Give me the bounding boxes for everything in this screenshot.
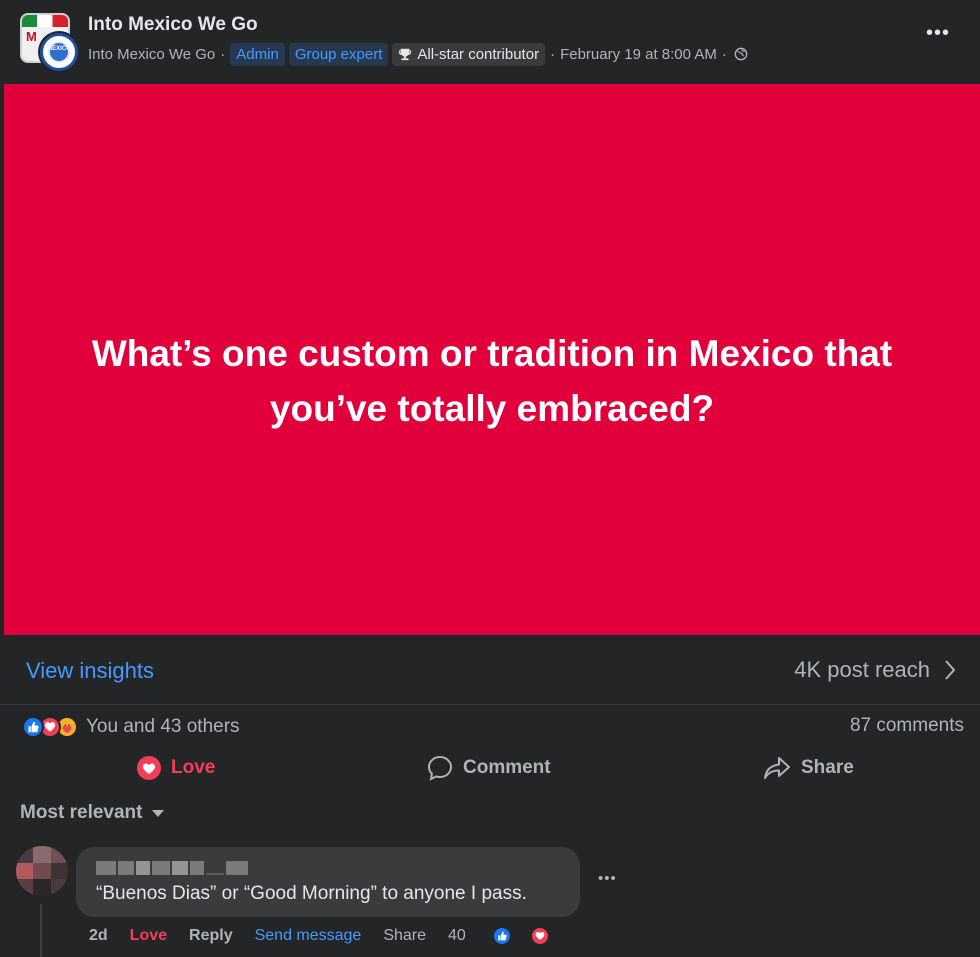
view-insights-link[interactable]: View insights <box>26 658 154 684</box>
all-star-contributor-badge[interactable]: All-star contributor <box>392 42 546 66</box>
trophy-icon <box>399 48 412 61</box>
love-icon <box>529 926 550 946</box>
meta-separator: · <box>550 45 556 63</box>
comment-reaction-count[interactable]: 40 <box>448 926 572 946</box>
comment-button[interactable]: Comment <box>426 748 551 788</box>
reactions-summary[interactable]: You and 43 others <box>22 713 240 741</box>
group-name-link[interactable]: Into Mexico We Go <box>88 14 258 36</box>
post-meta: Into Mexico We Go · Admin Group expert A… <box>88 41 748 67</box>
love-button[interactable]: Love <box>136 748 215 788</box>
comment-reply-button[interactable]: Reply <box>189 927 233 945</box>
commenter-name-redacted[interactable] <box>96 861 248 875</box>
post-image-text: What’s one custom or tradition in Mexico… <box>91 332 893 429</box>
love-icon <box>137 756 161 780</box>
post-timestamp-link[interactable]: February 19 at 8:00 AM <box>560 46 717 63</box>
send-message-link[interactable]: Send message <box>255 927 362 945</box>
like-icon <box>22 716 44 738</box>
group-expert-badge[interactable]: Group expert <box>288 42 389 66</box>
post-actions-bar: Love Comment Share <box>0 748 980 788</box>
thread-line <box>40 904 42 957</box>
comment-sort-dropdown[interactable]: Most relevant <box>20 802 165 824</box>
all-star-contributor-label: All-star contributor <box>417 45 540 63</box>
commenter-avatar[interactable] <box>16 846 68 896</box>
comment-text: “Buenos Dias” or “Good Morning” to anyon… <box>96 883 527 904</box>
post-image[interactable]: What’s one custom or tradition in Mexico… <box>4 84 980 635</box>
post-header: M MEXICO Into Mexico We Go Into Mexico W… <box>0 0 980 84</box>
meta-separator: · <box>220 45 226 63</box>
comment-options-button[interactable]: ••• <box>598 870 617 887</box>
comment-actions: 2d Love Reply Send message Share 40 <box>89 925 572 947</box>
share-icon <box>764 757 790 779</box>
share-button-label: Share <box>801 757 854 778</box>
meta-separator: · <box>721 45 727 63</box>
post-reach-link[interactable]: 4K post reach <box>794 657 956 683</box>
insights-row: View insights 4K post reach <box>0 635 980 705</box>
post-options-button[interactable]: ••• <box>926 22 950 45</box>
comment-icon <box>427 755 453 781</box>
comment-bubble: “Buenos Dias” or “Good Morning” to anyon… <box>76 847 580 917</box>
comment-timestamp[interactable]: 2d <box>89 927 108 945</box>
post-reach-label: 4K post reach <box>794 657 930 682</box>
reactions-summary-label: You and 43 others <box>86 716 240 737</box>
comment-love-button[interactable]: Love <box>130 927 167 945</box>
comments-count-link[interactable]: 87 comments <box>850 715 964 737</box>
love-button-label: Love <box>171 757 216 778</box>
comment-button-label: Comment <box>463 757 551 778</box>
globe-icon[interactable] <box>734 47 748 61</box>
page-profile-picture: MEXICO <box>40 33 78 71</box>
admin-badge[interactable]: Admin <box>230 42 285 66</box>
author-name-link[interactable]: Into Mexico We Go <box>88 46 215 63</box>
chevron-right-icon <box>945 660 956 680</box>
comment-sort-label: Most relevant <box>20 802 143 823</box>
like-icon <box>491 926 512 946</box>
group-avatar[interactable]: M MEXICO <box>20 13 78 71</box>
share-button[interactable]: Share <box>762 748 854 788</box>
comment-share-button[interactable]: Share <box>383 927 426 945</box>
caret-down-icon <box>152 809 165 817</box>
comment-reaction-count-value: 40 <box>448 927 466 944</box>
